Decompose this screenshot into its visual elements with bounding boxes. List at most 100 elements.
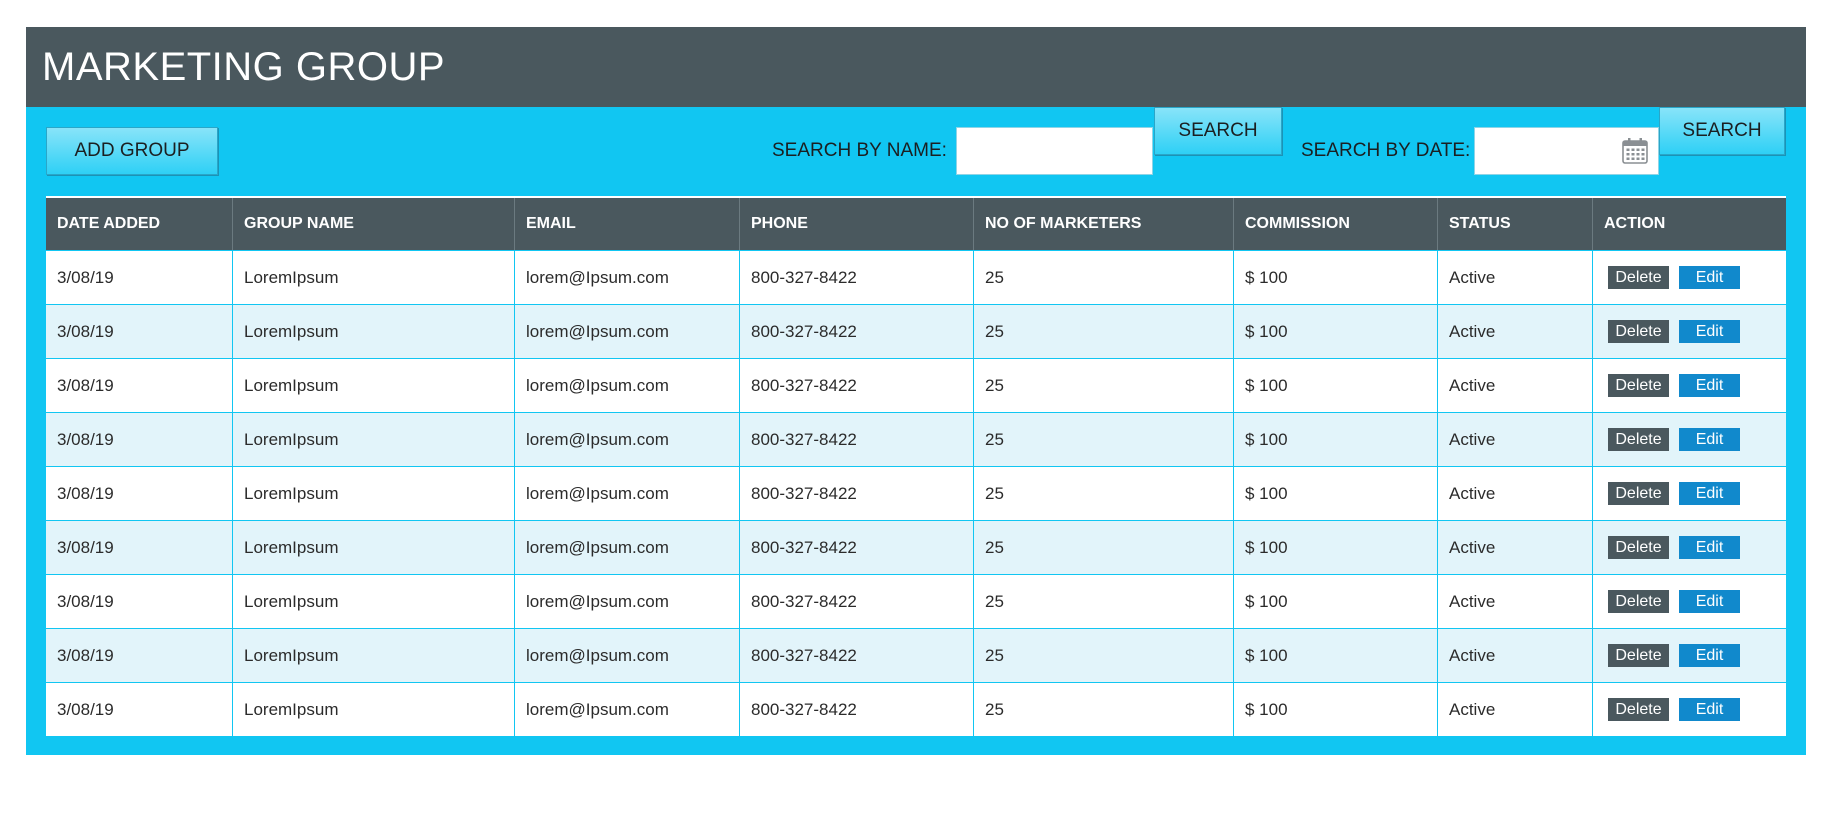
cell-phone: 800-327-8422 bbox=[740, 521, 974, 574]
delete-button[interactable]: Delete bbox=[1608, 428, 1669, 451]
cell-phone: 800-327-8422 bbox=[740, 251, 974, 304]
cell-phone: 800-327-8422 bbox=[740, 575, 974, 628]
column-header-group-name[interactable]: GROUP NAME bbox=[233, 198, 515, 250]
cell-action: Delete Edit bbox=[1593, 575, 1786, 628]
column-header-email[interactable]: EMAIL bbox=[515, 198, 740, 250]
edit-button[interactable]: Edit bbox=[1679, 536, 1740, 559]
cell-email: lorem@Ipsum.com bbox=[515, 467, 740, 520]
cell-no-of-marketers: 25 bbox=[974, 629, 1234, 682]
cell-email: lorem@Ipsum.com bbox=[515, 359, 740, 412]
cell-status: Active bbox=[1438, 683, 1593, 736]
cell-email: lorem@Ipsum.com bbox=[515, 413, 740, 466]
cell-no-of-marketers: 25 bbox=[974, 575, 1234, 628]
cell-date-added: 3/08/19 bbox=[46, 305, 233, 358]
delete-button[interactable]: Delete bbox=[1608, 536, 1669, 559]
delete-button[interactable]: Delete bbox=[1608, 482, 1669, 505]
table-row: 3/08/19 LoremIpsum lorem@Ipsum.com 800-3… bbox=[46, 574, 1786, 628]
search-date-input[interactable] bbox=[1474, 127, 1659, 175]
cell-group-name: LoremIpsum bbox=[233, 575, 515, 628]
delete-button[interactable]: Delete bbox=[1608, 374, 1669, 397]
search-by-name-button[interactable]: SEARCH bbox=[1154, 107, 1282, 155]
cell-commission: $ 100 bbox=[1234, 359, 1438, 412]
table-row: 3/08/19 LoremIpsum lorem@Ipsum.com 800-3… bbox=[46, 466, 1786, 520]
cell-group-name: LoremIpsum bbox=[233, 521, 515, 574]
cell-action: Delete Edit bbox=[1593, 683, 1786, 736]
cell-status: Active bbox=[1438, 467, 1593, 520]
table-header: DATE ADDED GROUP NAME EMAIL PHONE NO OF … bbox=[46, 196, 1786, 250]
edit-button[interactable]: Edit bbox=[1679, 698, 1740, 721]
cell-phone: 800-327-8422 bbox=[740, 305, 974, 358]
cell-action: Delete Edit bbox=[1593, 521, 1786, 574]
cell-phone: 800-327-8422 bbox=[740, 359, 974, 412]
cell-commission: $ 100 bbox=[1234, 251, 1438, 304]
cell-commission: $ 100 bbox=[1234, 467, 1438, 520]
cell-phone: 800-327-8422 bbox=[740, 413, 974, 466]
delete-button[interactable]: Delete bbox=[1608, 698, 1669, 721]
edit-button[interactable]: Edit bbox=[1679, 266, 1740, 289]
cell-email: lorem@Ipsum.com bbox=[515, 251, 740, 304]
cell-date-added: 3/08/19 bbox=[46, 521, 233, 574]
table-row: 3/08/19 LoremIpsum lorem@Ipsum.com 800-3… bbox=[46, 682, 1786, 736]
cell-email: lorem@Ipsum.com bbox=[515, 575, 740, 628]
cell-status: Active bbox=[1438, 413, 1593, 466]
add-group-button[interactable]: ADD GROUP bbox=[46, 127, 218, 175]
delete-button[interactable]: Delete bbox=[1608, 590, 1669, 613]
cell-date-added: 3/08/19 bbox=[46, 575, 233, 628]
marketing-group-table: DATE ADDED GROUP NAME EMAIL PHONE NO OF … bbox=[46, 196, 1786, 736]
edit-button[interactable]: Edit bbox=[1679, 482, 1740, 505]
cell-commission: $ 100 bbox=[1234, 629, 1438, 682]
cell-group-name: LoremIpsum bbox=[233, 629, 515, 682]
cell-group-name: LoremIpsum bbox=[233, 305, 515, 358]
calendar-icon[interactable] bbox=[1620, 136, 1650, 166]
cell-status: Active bbox=[1438, 305, 1593, 358]
column-header-action: ACTION bbox=[1604, 215, 1666, 232]
delete-button[interactable]: Delete bbox=[1608, 320, 1669, 343]
cell-action: Delete Edit bbox=[1593, 359, 1786, 412]
cell-action: Delete Edit bbox=[1593, 251, 1786, 304]
cell-email: lorem@Ipsum.com bbox=[515, 305, 740, 358]
cell-phone: 800-327-8422 bbox=[740, 629, 974, 682]
edit-button[interactable]: Edit bbox=[1679, 590, 1740, 613]
cell-date-added: 3/08/19 bbox=[46, 629, 233, 682]
search-name-input[interactable] bbox=[956, 127, 1153, 175]
cell-group-name: LoremIpsum bbox=[233, 413, 515, 466]
cell-status: Active bbox=[1438, 521, 1593, 574]
cell-no-of-marketers: 25 bbox=[974, 683, 1234, 736]
cell-group-name: LoremIpsum bbox=[233, 467, 515, 520]
cell-commission: $ 100 bbox=[1234, 575, 1438, 628]
cell-commission: $ 100 bbox=[1234, 305, 1438, 358]
cell-status: Active bbox=[1438, 629, 1593, 682]
column-header-no-of-marketers[interactable]: NO OF MARKETERS bbox=[974, 198, 1234, 250]
edit-button[interactable]: Edit bbox=[1679, 644, 1740, 667]
table-row: 3/08/19 LoremIpsum lorem@Ipsum.com 800-3… bbox=[46, 520, 1786, 574]
cell-status: Active bbox=[1438, 359, 1593, 412]
table-row: 3/08/19 LoremIpsum lorem@Ipsum.com 800-3… bbox=[46, 250, 1786, 304]
edit-button[interactable]: Edit bbox=[1679, 428, 1740, 451]
edit-button[interactable]: Edit bbox=[1679, 320, 1740, 343]
cell-action: Delete Edit bbox=[1593, 305, 1786, 358]
cell-date-added: 3/08/19 bbox=[46, 413, 233, 466]
marketing-group-panel: MARKETING GROUP ADD GROUP SEARCH BY NAME… bbox=[26, 27, 1806, 755]
search-by-name-label: SEARCH BY NAME: bbox=[772, 140, 947, 161]
page-title: MARKETING GROUP bbox=[42, 44, 446, 89]
column-header-phone[interactable]: PHONE bbox=[740, 198, 974, 250]
edit-button[interactable]: Edit bbox=[1679, 374, 1740, 397]
cell-date-added: 3/08/19 bbox=[46, 467, 233, 520]
table-row: 3/08/19 LoremIpsum lorem@Ipsum.com 800-3… bbox=[46, 628, 1786, 682]
cell-action: Delete Edit bbox=[1593, 413, 1786, 466]
column-header-date-added[interactable]: DATE ADDED bbox=[46, 198, 233, 250]
cell-date-added: 3/08/19 bbox=[46, 683, 233, 736]
search-by-date-button[interactable]: SEARCH bbox=[1659, 107, 1785, 155]
cell-no-of-marketers: 25 bbox=[974, 251, 1234, 304]
column-header-status[interactable]: STATUS bbox=[1438, 198, 1593, 250]
cell-email: lorem@Ipsum.com bbox=[515, 683, 740, 736]
cell-no-of-marketers: 25 bbox=[974, 359, 1234, 412]
delete-button[interactable]: Delete bbox=[1608, 644, 1669, 667]
cell-group-name: LoremIpsum bbox=[233, 251, 515, 304]
cell-no-of-marketers: 25 bbox=[974, 305, 1234, 358]
delete-button[interactable]: Delete bbox=[1608, 266, 1669, 289]
cell-action: Delete Edit bbox=[1593, 467, 1786, 520]
cell-no-of-marketers: 25 bbox=[974, 521, 1234, 574]
cell-action: Delete Edit bbox=[1593, 629, 1786, 682]
column-header-commission[interactable]: COMMISSION bbox=[1234, 198, 1438, 250]
